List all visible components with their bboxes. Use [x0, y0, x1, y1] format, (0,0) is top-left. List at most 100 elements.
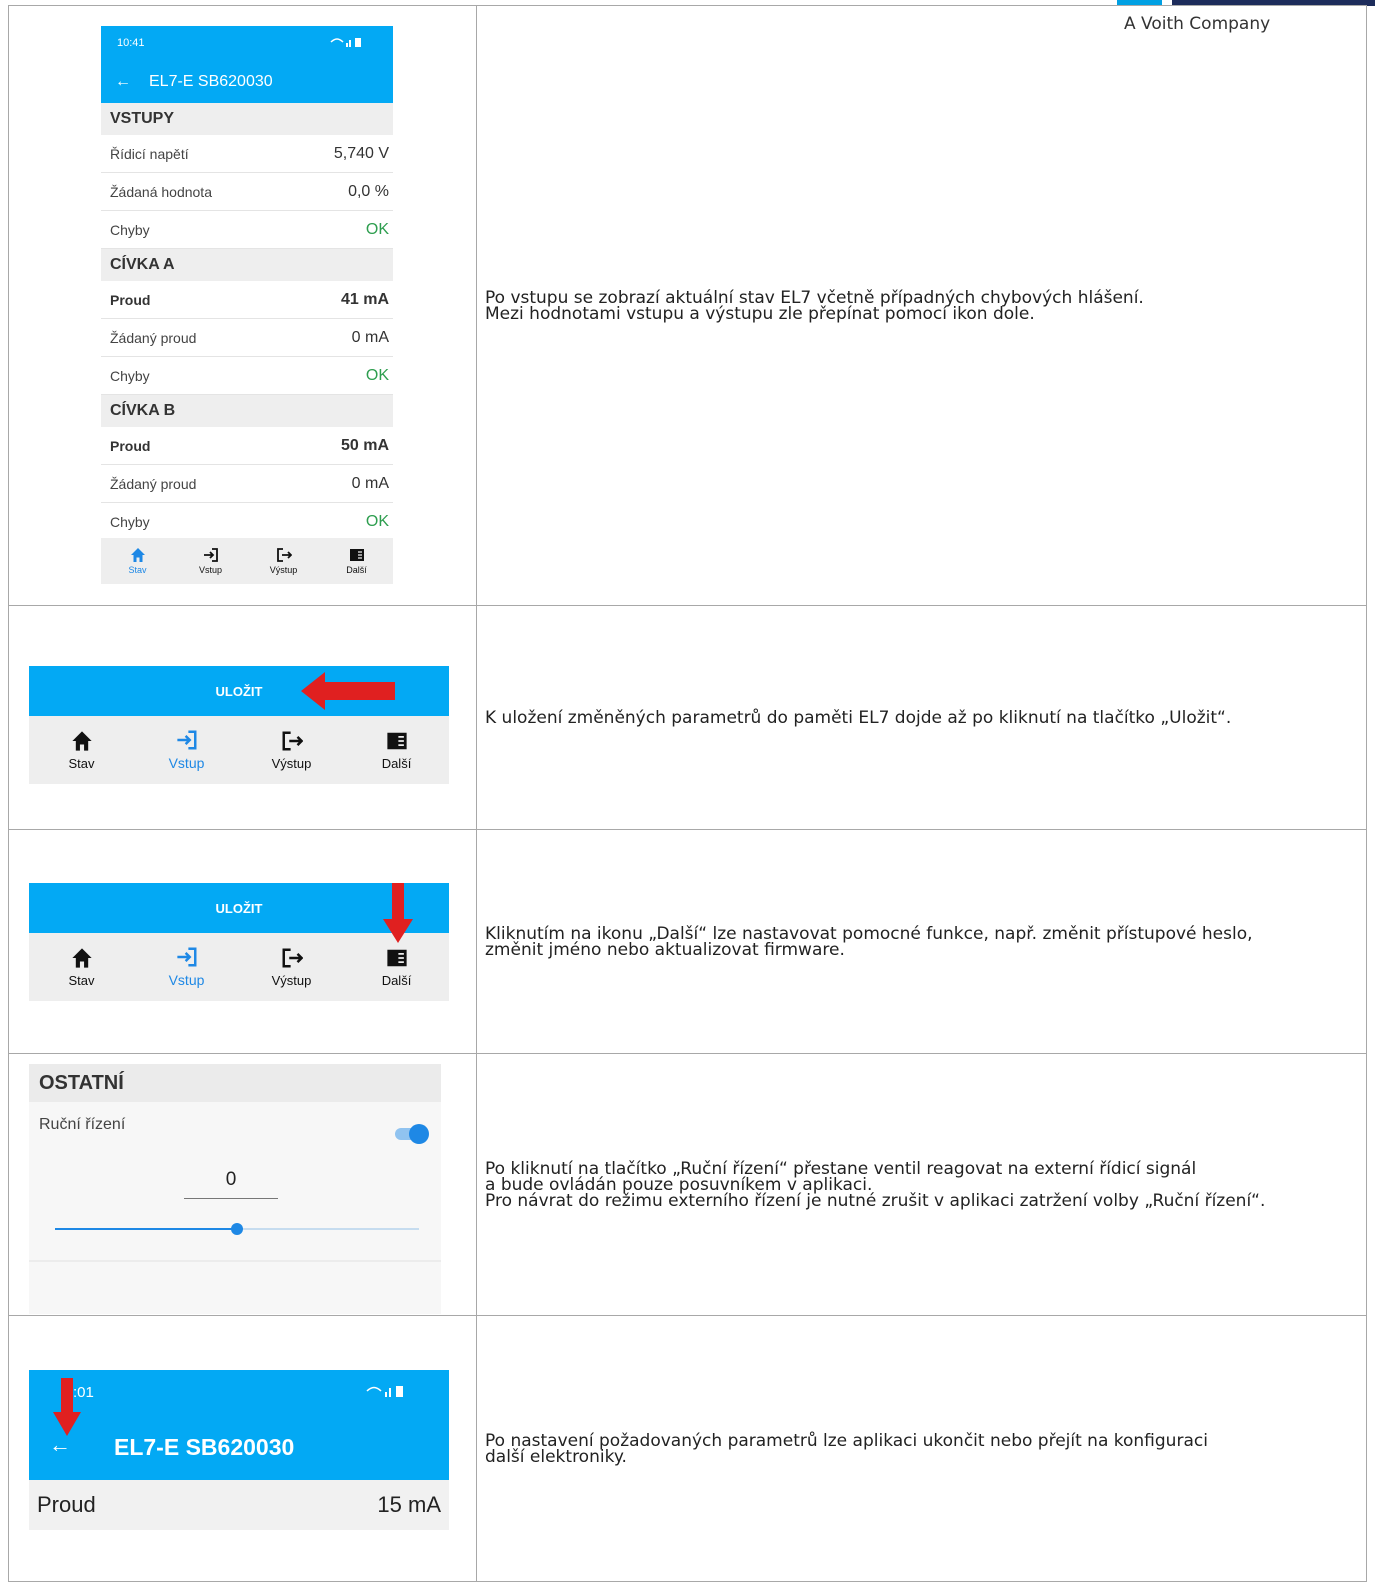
slider-fill: [55, 1228, 237, 1230]
section-heading-vstupy: VSTUPY: [101, 103, 393, 135]
description-line: Pro návrat do režimu externího řízení je…: [485, 1190, 1266, 1211]
manual-control-label: Ruční řízení: [39, 1116, 126, 1133]
logout-icon: [276, 548, 292, 562]
manual-value-input[interactable]: 0: [184, 1169, 278, 1199]
value-row: Řídicí napětí 5,740 V: [101, 135, 393, 173]
nav-label: Další: [381, 972, 412, 988]
manual-slider[interactable]: [55, 1222, 419, 1236]
manual-control-toggle[interactable]: [395, 1124, 429, 1144]
value-row: Proud 41 mA: [101, 281, 393, 319]
more-book-icon: [349, 549, 364, 561]
row-label: Řídicí napětí: [110, 145, 189, 162]
description-cell: Kliknutím na ikonu „Další“ lze nastavova…: [476, 829, 1367, 1054]
row-value: 5,740 V: [333, 144, 389, 162]
nav-label: Další: [381, 755, 412, 771]
description-cell: K uložení změněných parametrů do paměti …: [476, 605, 1367, 830]
phone-screen-status: 10:41 ← EL7-E SB620030 VSTUPY Řídicí nap…: [101, 26, 393, 584]
row-value: 0 mA: [351, 474, 389, 492]
nav-dalsi[interactable]: Další: [320, 538, 393, 584]
section-heading-civka-a: CÍVKA A: [101, 249, 393, 281]
nav-dalsi[interactable]: Další: [344, 716, 449, 784]
row-value: 15 mA: [377, 1492, 441, 1517]
value-row: Žádaný proud 0 mA: [101, 465, 393, 503]
description-line: změnit jméno nebo aktualizovat firmware.: [485, 939, 845, 960]
login-icon: [203, 548, 218, 562]
section-heading-ostatni: OSTATNÍ: [29, 1064, 441, 1102]
app-title: EL7-E SB620030: [114, 1434, 295, 1460]
description-line: další elektroniky.: [485, 1446, 627, 1467]
screenshot-cell: :01 ← EL7-E SB620030 Proud 15 mA: [8, 1315, 477, 1582]
nav-vstup[interactable]: Vstup: [134, 716, 239, 784]
slider-thumb[interactable]: [231, 1223, 243, 1235]
nav-label: Vstup: [168, 755, 205, 771]
row-label: Proud: [110, 437, 151, 454]
nav-label: Stav: [68, 972, 95, 988]
row-label: Proud: [37, 1492, 96, 1517]
app-title: EL7-E SB620030: [149, 72, 273, 90]
nav-vystup[interactable]: Výstup: [239, 933, 344, 1001]
wifi-signal-battery-icon: [330, 37, 361, 47]
nav-vstup[interactable]: Vstup: [134, 933, 239, 1001]
toggle-knob: [409, 1124, 429, 1144]
value-row: Proud 15 mA: [29, 1480, 449, 1530]
row-value: 0 mA: [351, 328, 389, 346]
value-row: Chyby OK: [101, 503, 393, 541]
screenshot-cell: ULOŽIT Stav Vstup Výstup Další: [8, 605, 477, 830]
row-label: Žádaná hodnota: [110, 183, 212, 200]
nav-label: Stav: [68, 755, 95, 771]
nav-label: Výstup: [271, 972, 312, 988]
nav-vystup[interactable]: Výstup: [239, 716, 344, 784]
red-arrow-down-icon: [383, 883, 413, 943]
nav-stav[interactable]: Stav: [29, 933, 134, 1001]
row-label: Žádaný proud: [110, 475, 197, 492]
nav-label: Další: [346, 565, 367, 575]
red-arrow-left-icon: [301, 672, 395, 710]
more-book-icon: [386, 949, 407, 966]
row-label: Proud: [110, 291, 151, 308]
instruction-row-manual: OSTATNÍ Ruční řízení 0 Po kliknutí na tl…: [8, 1053, 1367, 1316]
bottom-nav: Stav Vstup Výstup Další: [29, 716, 449, 784]
logout-icon: [282, 948, 303, 967]
bottom-nav: Stav Vstup Výstup Další: [29, 933, 449, 1001]
home-icon: [130, 548, 145, 562]
wifi-signal-battery-icon: [366, 1386, 403, 1397]
value-row: Žádaná hodnota 0,0 %: [101, 173, 393, 211]
row-label: Chyby: [110, 514, 150, 530]
back-arrow-icon[interactable]: ←: [115, 73, 149, 91]
other-settings-screenshot: OSTATNÍ Ruční řízení 0: [29, 1064, 441, 1314]
instruction-row-save: ULOŽIT Stav Vstup Výstup Další K uložení…: [8, 605, 1367, 830]
nav-vystup[interactable]: Výstup: [247, 538, 320, 584]
nav-label: Stav: [128, 565, 147, 575]
home-icon: [71, 947, 92, 968]
nav-label: Výstup: [269, 565, 298, 575]
more-screenshot: ULOŽIT Stav Vstup Výstup Další: [29, 883, 449, 1001]
description-line: Mezi hodnotami vstupu a výstupu zle přep…: [485, 303, 1035, 324]
status-ok: OK: [365, 366, 389, 384]
value-row: Žádaný proud 0 mA: [101, 319, 393, 357]
nav-stav[interactable]: Stav: [101, 538, 174, 584]
app-bar: ← EL7-E SB620030: [101, 60, 393, 103]
status-ok: OK: [365, 513, 389, 530]
row-value: 0,0 %: [348, 182, 389, 200]
status-icons: [365, 1384, 405, 1401]
logout-icon: [282, 731, 303, 750]
nav-stav[interactable]: Stav: [29, 716, 134, 784]
save-label: ULOŽIT: [215, 683, 263, 699]
nav-label: Výstup: [271, 755, 312, 771]
status-ok: OK: [365, 220, 389, 238]
nav-label: Vstup: [198, 565, 222, 575]
header-closeup-screenshot: :01 ← EL7-E SB620030 Proud 15 mA: [29, 1370, 449, 1530]
screenshot-cell: OSTATNÍ Ruční řízení 0: [8, 1053, 477, 1316]
home-icon: [71, 730, 92, 751]
section-heading-civka-b: CÍVKA B: [101, 395, 393, 427]
status-bar: 10:41: [101, 26, 393, 60]
row-value: 50 mA: [340, 436, 389, 454]
nav-dalsi[interactable]: Další: [344, 933, 449, 1001]
row-value: 41 mA: [340, 290, 389, 308]
more-book-icon: [386, 732, 407, 749]
instruction-table: 10:41 ← EL7-E SB620030 VSTUPY Řídicí nap…: [8, 5, 1367, 1582]
value-row: Proud 50 mA: [101, 427, 393, 465]
save-bar-screenshot: ULOŽIT Stav Vstup Výstup Další: [29, 666, 449, 784]
nav-vstup[interactable]: Vstup: [174, 538, 247, 584]
login-icon: [176, 947, 196, 967]
